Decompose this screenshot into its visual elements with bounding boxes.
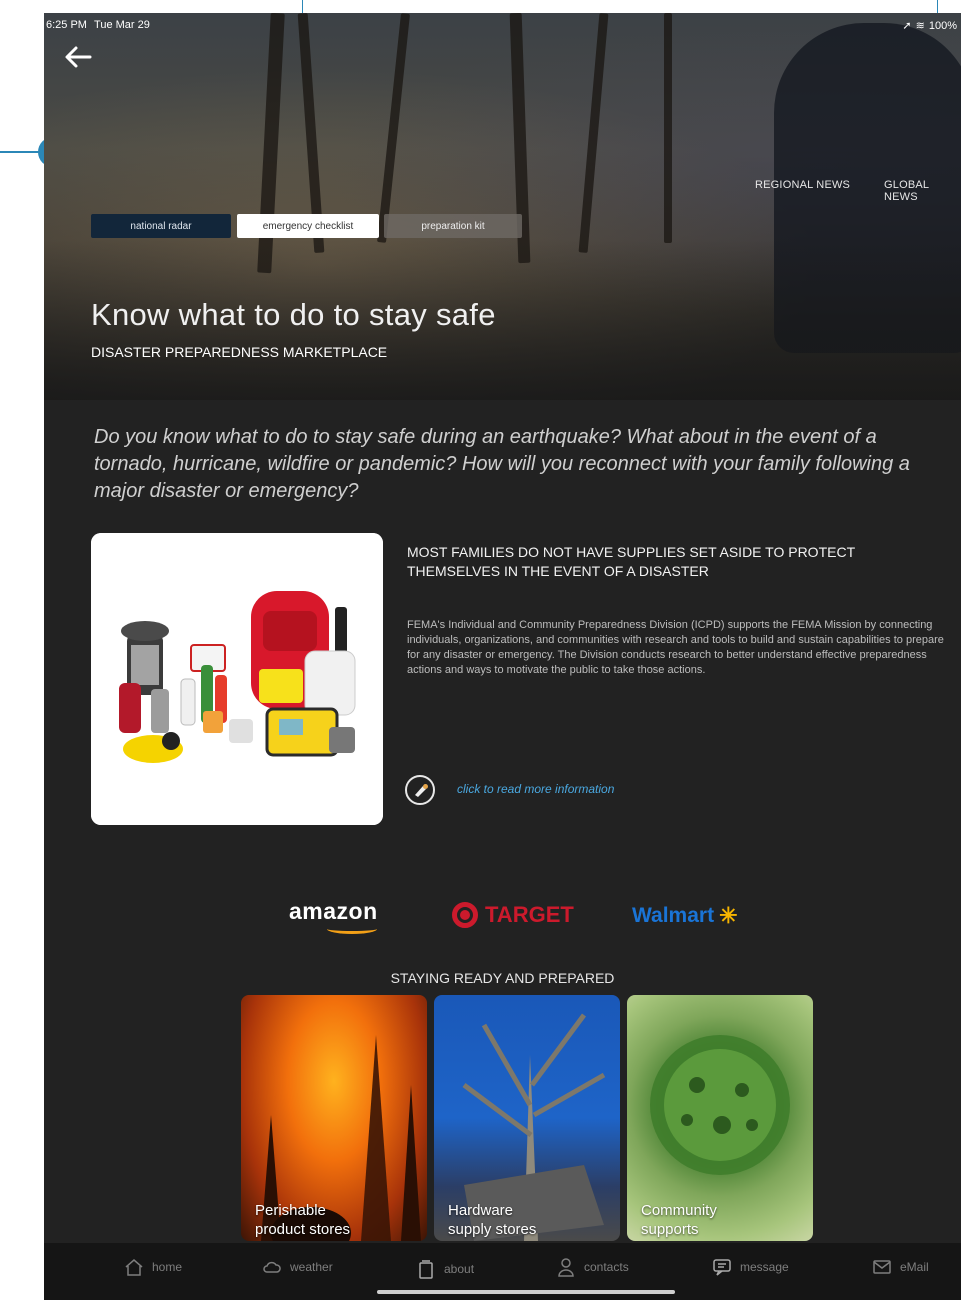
tab-emergency-checklist[interactable]: emergency checklist: [237, 214, 379, 238]
nav-contacts[interactable]: contacts: [556, 1257, 629, 1277]
document-icon: [419, 1260, 433, 1279]
nav-label: about: [444, 1262, 475, 1276]
target-bullseye-icon: [452, 902, 478, 928]
category-card-perishable[interactable]: Perishable product stores: [241, 995, 427, 1241]
nav-email[interactable]: eMail: [872, 1257, 929, 1277]
page-title: Know what to do to stay safe: [91, 297, 496, 332]
read-more-icon[interactable]: [405, 775, 435, 805]
target-wordmark: TARGET: [485, 902, 574, 927]
person-icon: [558, 1258, 574, 1277]
mail-icon: [873, 1260, 891, 1274]
walmart-spark-icon: ✳: [719, 903, 738, 928]
hero-tree: [377, 13, 410, 243]
nav-about[interactable]: about: [416, 1257, 474, 1281]
read-more-link[interactable]: click to read more information: [457, 782, 614, 796]
nav-label: weather: [290, 1260, 333, 1274]
tab-preparation-kit[interactable]: preparation kit: [384, 214, 522, 238]
nav-message[interactable]: message: [712, 1257, 789, 1277]
page-subtitle: DISASTER PREPAREDNESS MARKETPLACE: [91, 344, 388, 360]
nav-home[interactable]: home: [124, 1257, 182, 1277]
nav-label: contacts: [584, 1260, 629, 1274]
nav-weather[interactable]: weather: [262, 1257, 333, 1277]
app-screen: 6:25 PM Tue Mar 29 ➚ ≋ 100% REGIONAL NEW…: [44, 13, 961, 1300]
category-card-community[interactable]: Community supports: [627, 995, 813, 1241]
status-date: Tue Mar 29: [94, 19, 150, 31]
chat-icon: [713, 1259, 731, 1276]
hero-tree: [578, 13, 609, 253]
hero-tree: [664, 13, 672, 243]
battery-level: 100%: [928, 19, 957, 32]
info-body: FEMA's Individual and Community Prepared…: [407, 619, 944, 676]
amazon-logo[interactable]: amazon: [289, 898, 378, 934]
category-label: Community supports: [641, 1202, 717, 1238]
category-label: Hardware supply stores: [448, 1202, 537, 1238]
pencil-icon: [415, 784, 428, 797]
location-icon: ➚: [902, 20, 912, 32]
info-heading: MOST FAMILIES DO NOT HAVE SUPPLIES SET A…: [407, 544, 855, 579]
status-indicators: ➚ ≋ 100%: [902, 19, 957, 33]
walmart-logo[interactable]: Walmart ✳: [632, 903, 738, 929]
status-time: 6:25 PM: [46, 19, 87, 31]
category-label: Perishable product stores: [255, 1202, 351, 1238]
regional-news-link[interactable]: REGIONAL NEWS: [755, 179, 850, 191]
wifi-icon: ≋: [915, 20, 925, 32]
status-bar: 6:25 PM Tue Mar 29 ➚ ≋ 100%: [44, 13, 961, 35]
section-title: STAYING READY AND PREPARED: [390, 970, 615, 986]
amazon-wordmark: amazon: [289, 898, 378, 924]
emergency-kit-illustration: [91, 533, 383, 825]
global-news-link[interactable]: GLOBAL NEWS: [884, 179, 961, 203]
nav-label: eMail: [900, 1260, 929, 1274]
back-button[interactable]: [64, 45, 96, 73]
hero-banner: 6:25 PM Tue Mar 29 ➚ ≋ 100% REGIONAL NEW…: [44, 13, 961, 400]
nav-label: home: [152, 1260, 183, 1274]
home-indicator: [377, 1290, 675, 1294]
intro-text: Do you know what to do to stay safe duri…: [94, 426, 910, 502]
arrow-left-icon: [65, 46, 92, 68]
walmart-wordmark: Walmart: [632, 904, 715, 927]
cloud-icon: [263, 1261, 281, 1273]
category-card-hardware[interactable]: Hardware supply stores: [434, 995, 620, 1241]
amazon-smile-icon: [327, 924, 377, 934]
home-icon: [125, 1259, 143, 1276]
emergency-kit-image: [91, 533, 383, 825]
target-logo[interactable]: TARGET: [452, 902, 574, 928]
tab-national-radar[interactable]: national radar: [91, 214, 231, 238]
nav-label: message: [740, 1260, 789, 1274]
